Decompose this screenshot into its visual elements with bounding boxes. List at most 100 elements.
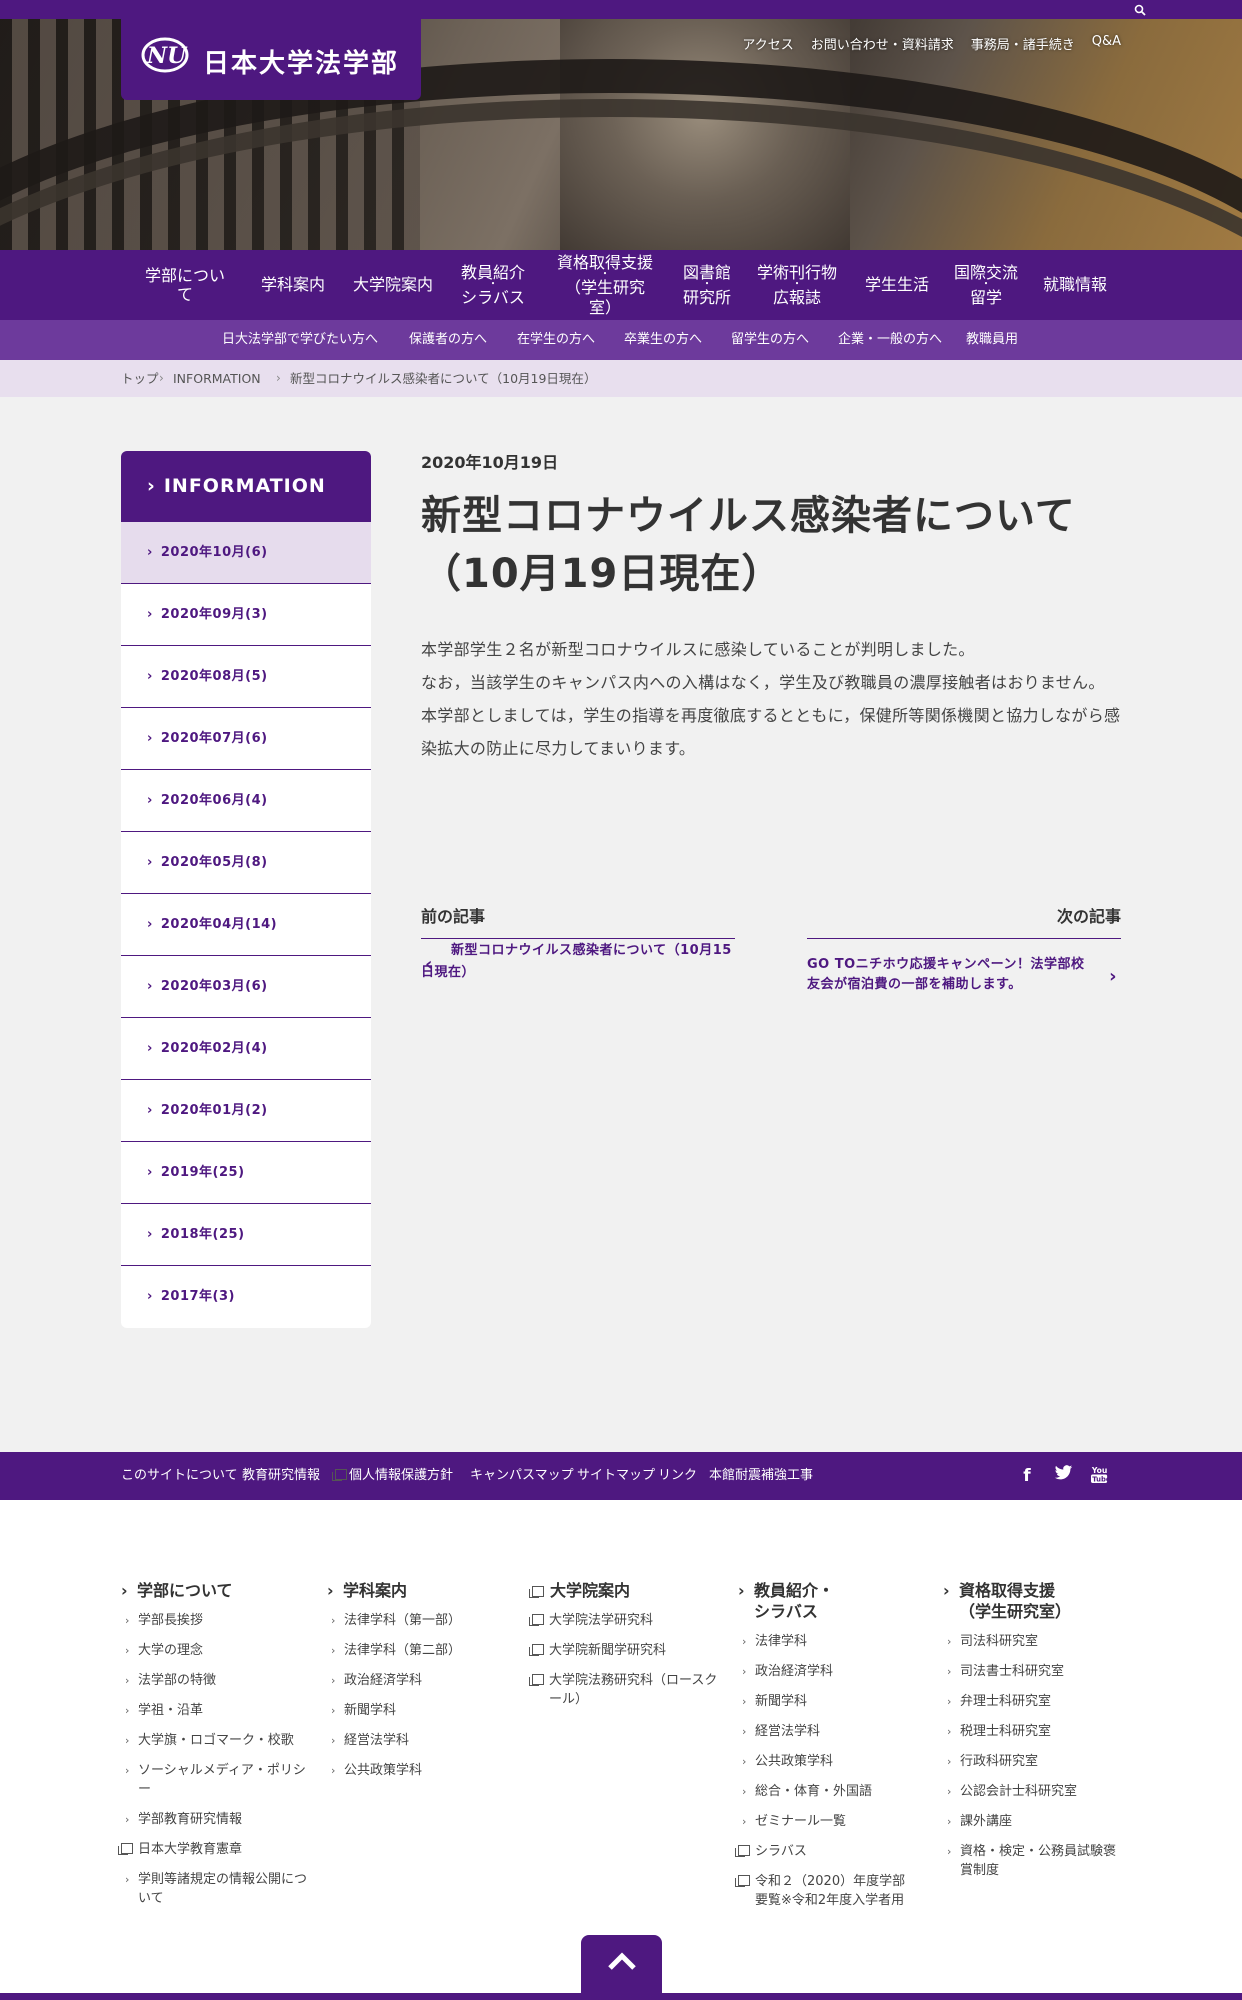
sitemap-link[interactable]: › 公共政策学科 [738,1752,918,1771]
nav-graduate[interactable]: 大学院案内 [353,250,433,320]
footer-link-seismic[interactable]: 本館耐震補強工事 [709,1452,813,1500]
util-link-contact[interactable]: お問い合わせ・資料請求 [811,34,954,53]
sitemap-link[interactable]: › 法律学科 [738,1632,918,1651]
sitemap-link[interactable]: › 学則等諸規定の情報公開について [121,1870,311,1908]
sitemap-link[interactable]: › 司法書士科研究室 [943,1662,1123,1681]
sitemap-link[interactable]: › 法学部の特徴 [121,1671,311,1690]
sitemap-link[interactable]: › 大学旗・ロゴマーク・校歌 [121,1731,311,1750]
archive-item[interactable]: › 2020年05月(8) [121,832,371,894]
audience-students[interactable]: 在学生の方へ [517,320,595,360]
back-to-top-button[interactable] [581,1935,662,2000]
sitemap-heading[interactable]: › 資格取得支援（学生研究室） [943,1580,1073,1622]
sidebar-heading[interactable]: › INFORMATION [121,451,371,522]
sitemap-link[interactable]: › 総合・体育・外国語 [738,1782,918,1801]
next-article-link[interactable]: GO TOニチホウ応援キャンペーン！法学部校友会が宿泊費の一部を補助します。 › [807,955,1121,995]
sitemap-link[interactable]: › 法律学科（第二部） [327,1641,507,1660]
sitemap-link[interactable]: › 経営法学科 [738,1722,918,1741]
sitemap-link[interactable]: › 弁理士科研究室 [943,1692,1123,1711]
archive-item[interactable]: › 2020年08月(5) [121,646,371,708]
sitemap-link[interactable]: シラバス [735,1842,918,1861]
archive-item[interactable]: › 2020年01月(2) [121,1080,371,1142]
sitemap-link[interactable]: › ソーシャルメディア・ポリシー [121,1761,311,1799]
site-logo[interactable]: NU 日本大学法学部 [121,19,421,100]
sitemap-link[interactable]: 令和２（2020）年度学部要覧※令和2年度入学者用 [735,1872,918,1910]
archive-item[interactable]: › 2018年(25) [121,1204,371,1266]
sitemap-link[interactable]: › 税理士科研究室 [943,1722,1123,1741]
sitemap-heading[interactable]: › 学科案内 [327,1580,507,1601]
nav-library[interactable]: 図書館・研究所 [680,250,734,320]
search-bar[interactable] [978,0,1242,19]
archive-item[interactable]: › 2019年(25) [121,1142,371,1204]
sitemap-link[interactable]: › 新聞学科 [738,1692,918,1711]
utility-nav: アクセス お問い合わせ・資料請求 事務局・諸手続き Q&A [742,34,1121,53]
sitemap-link[interactable]: › 学祖・沿革 [121,1701,311,1720]
nav-qualification[interactable]: 資格取得支援・（学生研究室） [553,250,657,320]
nav-departments[interactable]: 学科案内 [261,250,325,320]
footer-link-sitemap[interactable]: サイトマップ [577,1452,655,1500]
sitemap-link[interactable]: 大学院法務研究科（ロースクール） [529,1671,722,1709]
nav-about[interactable]: 学部について [138,250,232,320]
archive-item[interactable]: › 2020年03月(6) [121,956,371,1018]
prev-article-label: 前の記事 [421,905,735,939]
util-link-access[interactable]: アクセス [742,34,793,53]
sitemap-link[interactable]: 日本大学教育憲章 [118,1840,311,1859]
facebook-icon[interactable]: f [1016,1465,1038,1487]
audience-alumni[interactable]: 卒業生の方へ [624,320,702,360]
audience-parents[interactable]: 保護者の方へ [409,320,487,360]
sitemap-link[interactable]: › 公認会計士科研究室 [943,1782,1123,1801]
article-paragraph: 本学部としましては，学生の指導を再度徹底するとともに，保健所等関係機関と協力しな… [421,706,1121,758]
audience-prospective[interactable]: 日大法学部で学びたい方へ [222,320,378,360]
sitemap-link[interactable]: › 大学の理念 [121,1641,311,1660]
breadcrumb-information[interactable]: INFORMATION [173,360,261,397]
archive-item[interactable]: › 2020年10月(6) [121,522,371,584]
nav-student-life[interactable]: 学生生活 [864,250,930,320]
nav-career[interactable]: 就職情報 [1042,250,1108,320]
sitemap-link[interactable]: › 行政科研究室 [943,1752,1123,1771]
footer-link-edu-research[interactable]: 教育研究情報 [242,1452,320,1500]
sitemap-link[interactable]: › ゼミナール一覧 [738,1812,918,1831]
article-body: 本学部学生２名が新型コロナウイルスに感染していることが判明しました。 なお，当該… [421,633,1121,765]
audience-corporate[interactable]: 企業・一般の方へ [838,320,942,360]
youtube-icon[interactable]: YouTube [1088,1465,1110,1487]
sitemap-link[interactable]: › 司法科研究室 [943,1632,1123,1651]
sitemap-heading[interactable]: › 教員紹介・シラバス [738,1580,848,1622]
sitemap-heading[interactable]: › 学部について [121,1580,311,1601]
archive-item[interactable]: › 2020年06月(4) [121,770,371,832]
archive-item[interactable]: › 2020年02月(4) [121,1018,371,1080]
archive-item[interactable]: › 2020年04月(14) [121,894,371,956]
sitemap-link[interactable]: › 学部教育研究情報 [121,1810,311,1829]
nav-international[interactable]: 国際交流・留学 [953,250,1019,320]
prev-article-link[interactable]: ‹ 新型コロナウイルス感染者について（10月15日現在） [421,943,732,980]
util-link-qa[interactable]: Q&A [1092,34,1121,53]
util-link-office[interactable]: 事務局・諸手続き [971,34,1075,53]
archive-item[interactable]: › 2017年(3) [121,1266,371,1328]
breadcrumb-home[interactable]: トップ [121,360,159,397]
sitemap-link[interactable]: › 政治経済学科 [327,1671,507,1690]
sitemap-link[interactable]: › 資格・検定・公務員試験褒賞制度 [943,1842,1123,1880]
sitemap-link[interactable]: 大学院法学研究科 [529,1611,722,1630]
footer-link-privacy[interactable]: 個人情報保護方針 [332,1452,453,1500]
chevron-right-icon: › [121,1581,128,1600]
twitter-icon[interactable] [1052,1465,1074,1487]
search-icon[interactable] [1134,4,1146,16]
archive-item[interactable]: › 2020年09月(3) [121,584,371,646]
audience-international[interactable]: 留学生の方へ [731,320,809,360]
chevron-right-icon: › [125,1873,130,1886]
sitemap-link[interactable]: › 新聞学科 [327,1701,507,1720]
sitemap-link[interactable]: › 公共政策学科 [327,1761,507,1780]
nav-faculty[interactable]: 教員紹介・シラバス [460,250,526,320]
sitemap-link[interactable]: › 学部長挨拶 [121,1611,311,1630]
footer-link-about-site[interactable]: このサイトについて [121,1452,238,1500]
sitemap-link[interactable]: › 経営法学科 [327,1731,507,1750]
sitemap-link[interactable]: › 政治経済学科 [738,1662,918,1681]
sitemap-link[interactable]: › 課外講座 [943,1812,1123,1831]
sitemap-link[interactable]: › 法律学科（第一部） [327,1611,507,1630]
archive-item[interactable]: › 2020年07月(6) [121,708,371,770]
chevron-right-icon: › [947,1815,952,1828]
nav-publications[interactable]: 学術刊行物・広報誌 [756,250,838,320]
sitemap-heading[interactable]: 大学院案内 [529,1580,722,1601]
footer-link-campus-map[interactable]: キャンパスマップ [470,1452,574,1500]
audience-staff[interactable]: 教職員用 [966,320,1018,360]
footer-link-links[interactable]: リンク [658,1452,697,1500]
sitemap-link[interactable]: 大学院新聞学研究科 [529,1641,722,1660]
